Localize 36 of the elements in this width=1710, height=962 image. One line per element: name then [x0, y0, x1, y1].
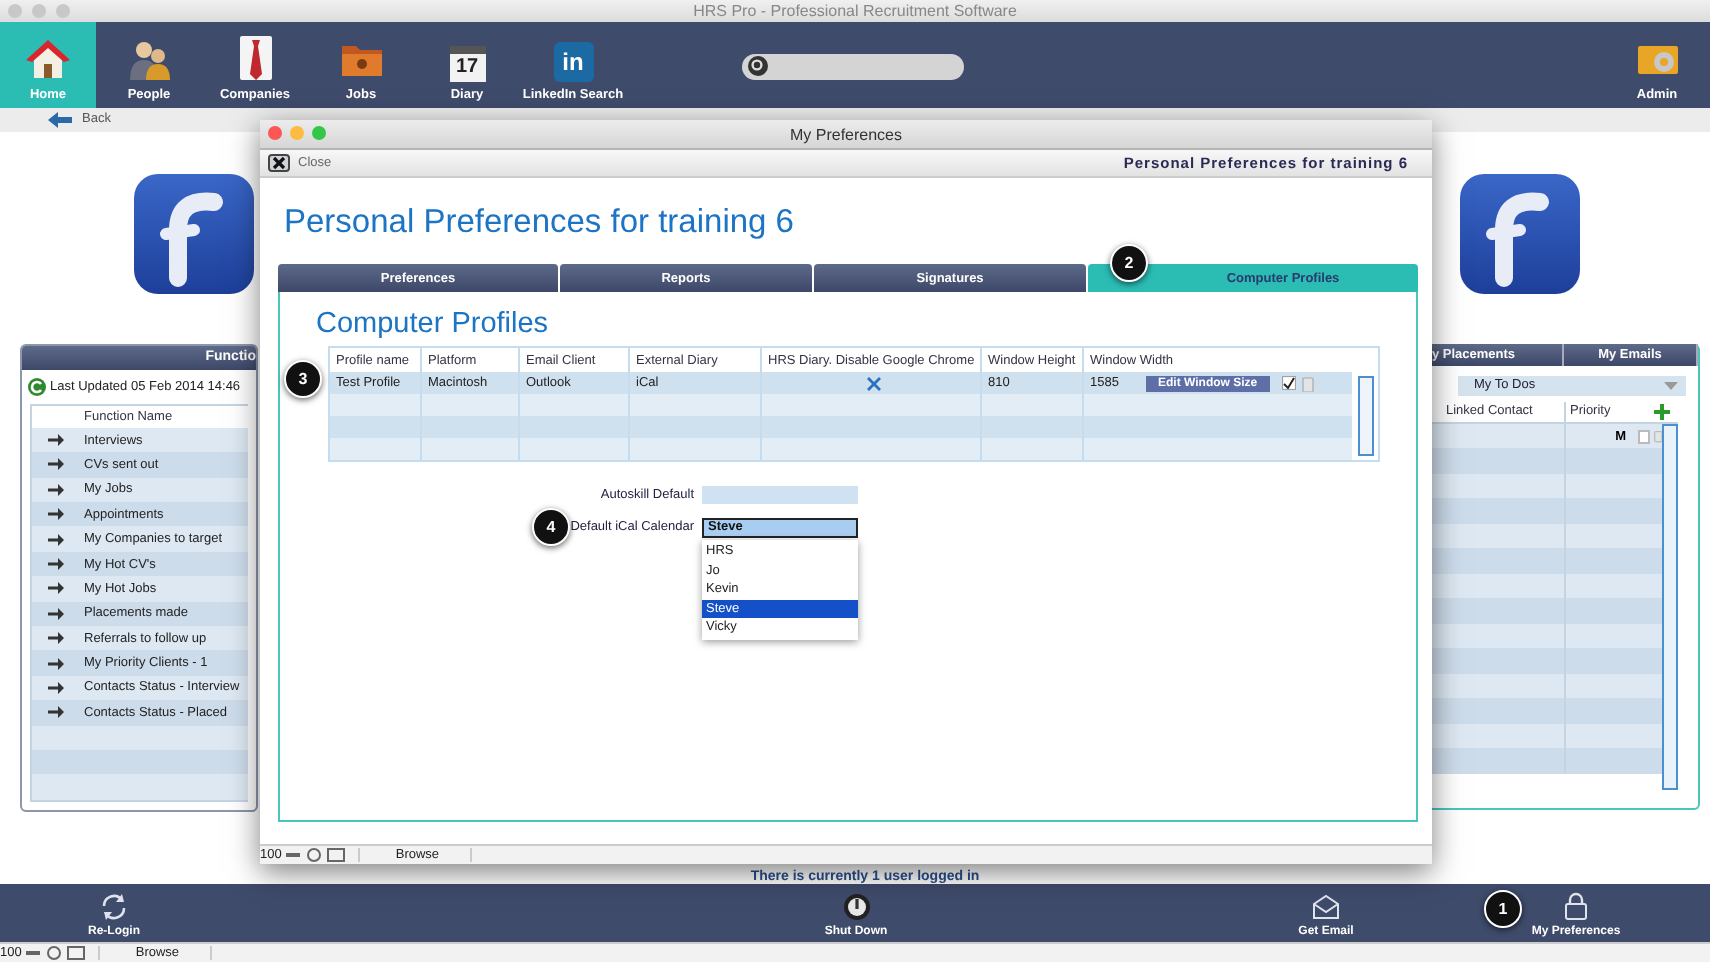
- close-icon[interactable]: [268, 154, 290, 172]
- power-icon: [843, 894, 869, 921]
- window-title: HRS Pro - Professional Recruitment Software: [693, 1, 1017, 20]
- lock-icon: [1564, 892, 1588, 921]
- step-badge: 3: [284, 360, 322, 398]
- calendar-icon: 17: [449, 45, 485, 82]
- step-badge: 4: [532, 508, 570, 546]
- zoom-controls-icon[interactable]: [25, 946, 86, 960]
- linkedin-icon: in: [553, 41, 593, 82]
- search-field[interactable]: [742, 53, 964, 80]
- app-logo-icon: [1460, 173, 1580, 294]
- section-heading: Computer Profiles: [316, 308, 551, 340]
- zoom-window-icon[interactable]: [312, 126, 326, 140]
- step-badge: 2: [1110, 244, 1148, 282]
- app-logo-icon: [134, 173, 254, 294]
- trash-icon[interactable]: [1653, 428, 1662, 445]
- window-title: My Preferences: [789, 125, 903, 143]
- zoom-controls-icon[interactable]: [285, 848, 346, 862]
- plus-icon: [1654, 403, 1670, 420]
- house-icon: [24, 37, 72, 82]
- close-window-icon[interactable]: [268, 126, 282, 140]
- checkbox[interactable]: [1638, 429, 1650, 444]
- checkmark-icon[interactable]: [1281, 376, 1296, 390]
- refresh-icon: [28, 377, 46, 396]
- people-icon: [125, 37, 173, 82]
- caret-icon: [1664, 381, 1678, 390]
- input-field[interactable]: [702, 486, 858, 504]
- scrollbar[interactable]: [1358, 376, 1374, 456]
- refresh-icon: [100, 894, 128, 921]
- scrollbar[interactable]: [1662, 423, 1678, 790]
- step-badge: 1: [1484, 890, 1522, 929]
- arrow-left-icon: [48, 111, 72, 128]
- page-heading: Personal Preferences for training 6: [284, 202, 796, 242]
- envelope-icon: [1312, 894, 1340, 921]
- minimize-window-icon[interactable]: [290, 126, 304, 140]
- search-icon: [748, 56, 768, 77]
